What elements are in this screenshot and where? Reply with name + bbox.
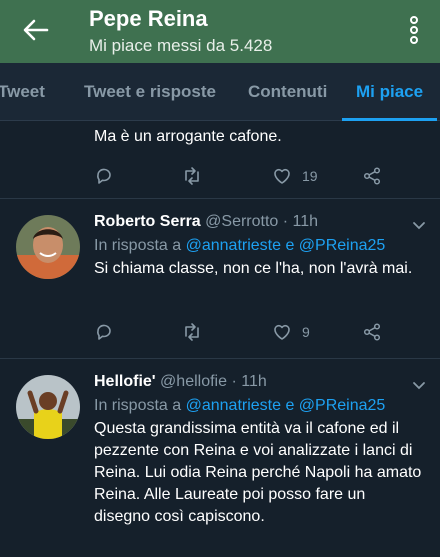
- tweet-time: · 11h: [231, 373, 267, 390]
- retweet-button[interactable]: [182, 320, 202, 344]
- reply-icon: [97, 168, 111, 184]
- user-photo-icon: [16, 375, 80, 439]
- author-name[interactable]: Hellofie': [94, 373, 156, 390]
- like-button[interactable]: 9: [272, 320, 310, 344]
- reply-button[interactable]: [94, 320, 114, 344]
- tweet-text: Questa grandissima entità va il cafone e…: [94, 420, 422, 525]
- reply-mentions[interactable]: @annatrieste e @PReina25: [186, 237, 386, 254]
- tweet-header: Hellofie' @hellofie · 11h: [94, 371, 424, 393]
- retweet-button[interactable]: [182, 164, 202, 188]
- tweet-item[interactable]: Hellofie' @hellofie · 11h In risposta a …: [0, 359, 440, 557]
- tweet-item[interactable]: Ma è un arrogante cafone. 19: [0, 122, 440, 199]
- retweet-icon: [185, 167, 199, 185]
- reply-context: In risposta a @annatrieste e @PReina25: [94, 395, 424, 417]
- likes-count-subtitle: Mi piace messi da 5.428: [89, 36, 273, 55]
- back-button[interactable]: [18, 14, 54, 46]
- tweet-time: · 11h: [282, 213, 319, 230]
- tab-mi-piace[interactable]: Mi piace: [341, 63, 438, 121]
- avatar[interactable]: [16, 375, 80, 439]
- tweet-item[interactable]: Roberto Serra @Serrotto · 11h In rispost…: [0, 199, 440, 359]
- author-handle[interactable]: @hellofie: [160, 373, 227, 390]
- share-icon: [363, 167, 381, 185]
- share-button[interactable]: [362, 320, 382, 344]
- like-count: 9: [302, 324, 310, 340]
- tweet-text: Ma è un arrogante cafone.: [94, 128, 282, 145]
- heart-icon: [274, 168, 290, 184]
- share-icon: [363, 323, 381, 341]
- reply-mentions[interactable]: @annatrieste e @PReina25: [186, 397, 386, 414]
- tweet-actions: 9: [94, 320, 394, 344]
- chevron-down-icon[interactable]: [412, 221, 426, 231]
- overflow-menu-button[interactable]: [406, 16, 422, 46]
- tweet-header: Roberto Serra @Serrotto · 11h: [94, 211, 424, 233]
- dot-icon: [410, 36, 418, 44]
- retweet-icon: [185, 323, 199, 341]
- chevron-down-icon[interactable]: [412, 381, 426, 391]
- reply-button[interactable]: [94, 164, 114, 188]
- author-handle[interactable]: @Serrotto: [205, 213, 278, 230]
- author-name[interactable]: Roberto Serra: [94, 213, 201, 230]
- tab-tweet[interactable]: Tweet: [0, 63, 45, 121]
- dot-icon: [410, 26, 418, 34]
- tab-contenuti[interactable]: Contenuti: [248, 63, 327, 121]
- tweet-actions: 19: [94, 164, 394, 188]
- profile-tabs: Tweet Tweet e risposte Contenuti Mi piac…: [0, 63, 440, 121]
- like-button[interactable]: 19: [272, 164, 318, 188]
- share-button[interactable]: [362, 164, 382, 188]
- app-header: Pepe Reina Mi piace messi da 5.428: [0, 0, 440, 63]
- tab-tweet-e-risposte[interactable]: Tweet e risposte: [84, 63, 216, 121]
- user-photo-icon: [16, 215, 80, 279]
- avatar[interactable]: [16, 215, 80, 279]
- reply-prefix: In risposta a: [94, 237, 182, 254]
- reply-icon: [97, 324, 111, 340]
- dot-icon: [410, 16, 418, 24]
- like-count: 19: [302, 168, 318, 184]
- tweet-text: Si chiama classe, non ce l'ha, non l'avr…: [94, 260, 413, 277]
- arrow-left-icon: [23, 19, 49, 41]
- reply-prefix: In risposta a: [94, 397, 182, 414]
- reply-context: In risposta a @annatrieste e @PReina25: [94, 235, 424, 257]
- profile-name-title: Pepe Reina: [89, 6, 208, 31]
- heart-icon: [274, 324, 290, 340]
